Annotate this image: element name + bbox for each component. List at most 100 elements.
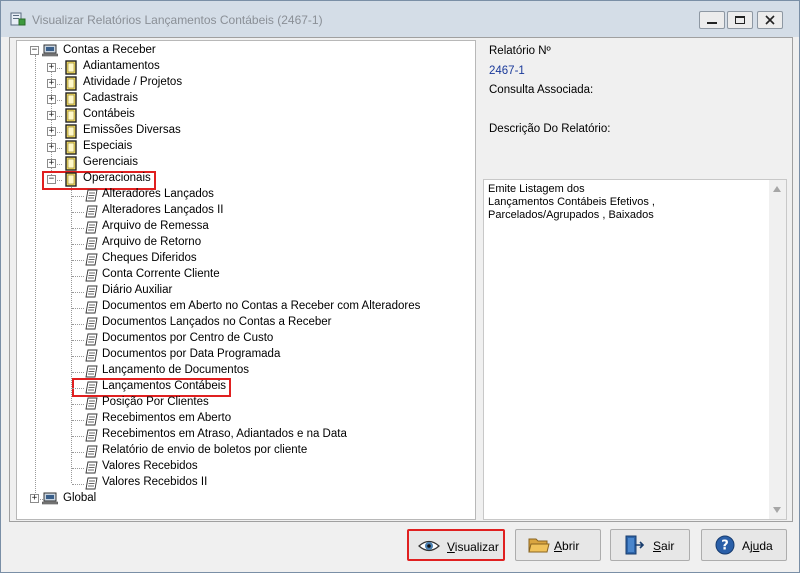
computer-icon [42,492,58,505]
folder-icon [65,156,77,171]
tree-node-especiais[interactable]: Especiais [83,140,132,152]
tree-node-report[interactable]: Arquivo de Retorno [102,236,201,248]
tree-node-global[interactable]: Global [63,492,96,504]
tree-guide-line [72,244,84,245]
maximize-button[interactable] [727,11,753,29]
tree-node-report[interactable]: Alteradores Lançados [102,188,214,200]
description-label: Descrição Do Relatório: [489,123,611,135]
scroll-down-icon[interactable] [773,507,781,513]
expander-operacionais[interactable]: − [47,175,56,184]
document-icon [85,285,98,298]
tree-node-report[interactable]: Valores Recebidos II [102,476,207,488]
expander-gerenciais[interactable]: + [47,159,56,168]
tree-node-cont-beis[interactable]: Contábeis [83,108,135,120]
visualizar-label: Visualizar [447,540,499,554]
sair-label: Sair [653,539,675,553]
expander-cadastrais[interactable]: + [47,95,56,104]
document-icon [85,253,98,266]
tree-node-report[interactable]: Posição Por Clientes [102,396,209,408]
tree-node-operacionais[interactable]: Operacionais [83,172,151,184]
expander-especiais[interactable]: + [47,143,56,152]
abrir-button[interactable]: Abrir [515,529,601,561]
tree-guide-line [72,452,84,453]
tree-node-report[interactable]: Cheques Diferidos [102,252,197,264]
tree-node-adiantamentos[interactable]: Adiantamentos [83,60,160,72]
sair-button[interactable]: Sair [610,529,690,561]
expander-global[interactable]: + [30,494,39,503]
document-icon [85,205,98,218]
tree-node-contas-a-receber[interactable]: Contas a Receber [63,44,156,56]
tree-node-report[interactable]: Lançamentos Contábeis [102,380,226,392]
tree-node-report[interactable]: Documentos Lançados no Contas a Receber [102,316,332,328]
folder-icon [65,76,77,91]
tree-node-cadastrais[interactable]: Cadastrais [83,92,138,104]
document-icon [85,413,98,426]
description-line: Parcelados/Agrupados , Baixados [488,209,654,221]
title-bar: Visualizar Relatórios Lançamentos Contáb… [1,1,799,37]
tree-node-report[interactable]: Documentos por Centro de Custo [102,332,273,344]
document-icon [85,397,98,410]
document-icon [85,301,98,314]
tree-guide-line [72,420,84,421]
description-memo[interactable]: Emite Listagem dos Lançamentos Contábeis… [483,179,787,520]
exit-door-icon [625,535,645,555]
abrir-label: Abrir [554,539,580,553]
minimize-button[interactable] [699,11,725,29]
document-icon [85,477,98,490]
tree-guide-line [72,308,84,309]
tree-node-atividade-projetos[interactable]: Atividade / Projetos [83,76,182,88]
tree-node-report[interactable]: Recebimentos em Atraso, Adiantados e na … [102,428,347,440]
tree-node-report[interactable]: Recebimentos em Aberto [102,412,231,424]
tree-guide-line [72,388,84,389]
tree-guide-line [72,212,84,213]
tree-node-emiss-es-diversas[interactable]: Emissões Diversas [83,124,181,136]
tree-guide-line [72,356,84,357]
close-icon [765,15,775,25]
tree-node-report[interactable]: Documentos em Aberto no Contas a Receber… [102,300,420,312]
expander-adiantamentos[interactable]: + [47,63,56,72]
tree-guide-line [72,260,84,261]
folder-icon [65,92,77,107]
report-tree[interactable]: − Contas a Receber + Global + Adiantament… [16,40,476,520]
report-app-icon [10,12,26,26]
tree-guide-line [72,468,84,469]
document-icon [85,349,98,362]
folder-icon [65,172,77,187]
tree-node-report[interactable]: Alteradores Lançados II [102,204,223,216]
document-icon [85,461,98,474]
report-details-panel: Relatório Nº 2467-1 Consulta Associada: … [484,40,787,177]
scroll-up-icon[interactable] [773,186,781,192]
tree-node-report[interactable]: Diário Auxiliar [102,284,172,296]
close-button[interactable] [757,11,783,29]
expander-emiss-es-diversas[interactable]: + [47,127,56,136]
window-title: Visualizar Relatórios Lançamentos Contáb… [32,13,323,27]
visualizar-button[interactable]: Visualizar [407,529,505,561]
tree-node-gerenciais[interactable]: Gerenciais [83,156,138,168]
tree-guide-line [71,187,72,483]
tree-guide-line [72,372,84,373]
report-number-value: 2467-1 [489,65,525,77]
ajuda-button[interactable]: ? Ajuda [701,529,787,561]
query-label: Consulta Associada: [489,84,594,96]
description-scrollbar[interactable] [769,180,786,519]
document-icon [85,269,98,282]
tree-node-report[interactable]: Conta Corrente Cliente [102,268,220,280]
description-line: Emite Listagem dos [488,183,585,195]
maximize-icon [735,16,745,24]
document-icon [85,429,98,442]
tree-guide-line [72,324,84,325]
document-icon [85,333,98,346]
tree-guide-line [72,436,84,437]
expander-atividade-projetos[interactable]: + [47,79,56,88]
tree-node-report[interactable]: Valores Recebidos [102,460,198,472]
tree-node-report[interactable]: Lançamento de Documentos [102,364,249,376]
expander-contas-a-receber[interactable]: − [30,46,39,55]
tree-guide-line [72,276,84,277]
tree-guide-line [72,196,84,197]
tree-guide-line [72,484,84,485]
expander-cont-beis[interactable]: + [47,111,56,120]
tree-node-report[interactable]: Arquivo de Remessa [102,220,209,232]
tree-node-report[interactable]: Relatório de envio de boletos por client… [102,444,307,456]
tree-node-report[interactable]: Documentos por Data Programada [102,348,280,360]
tree-guide-line [72,292,84,293]
